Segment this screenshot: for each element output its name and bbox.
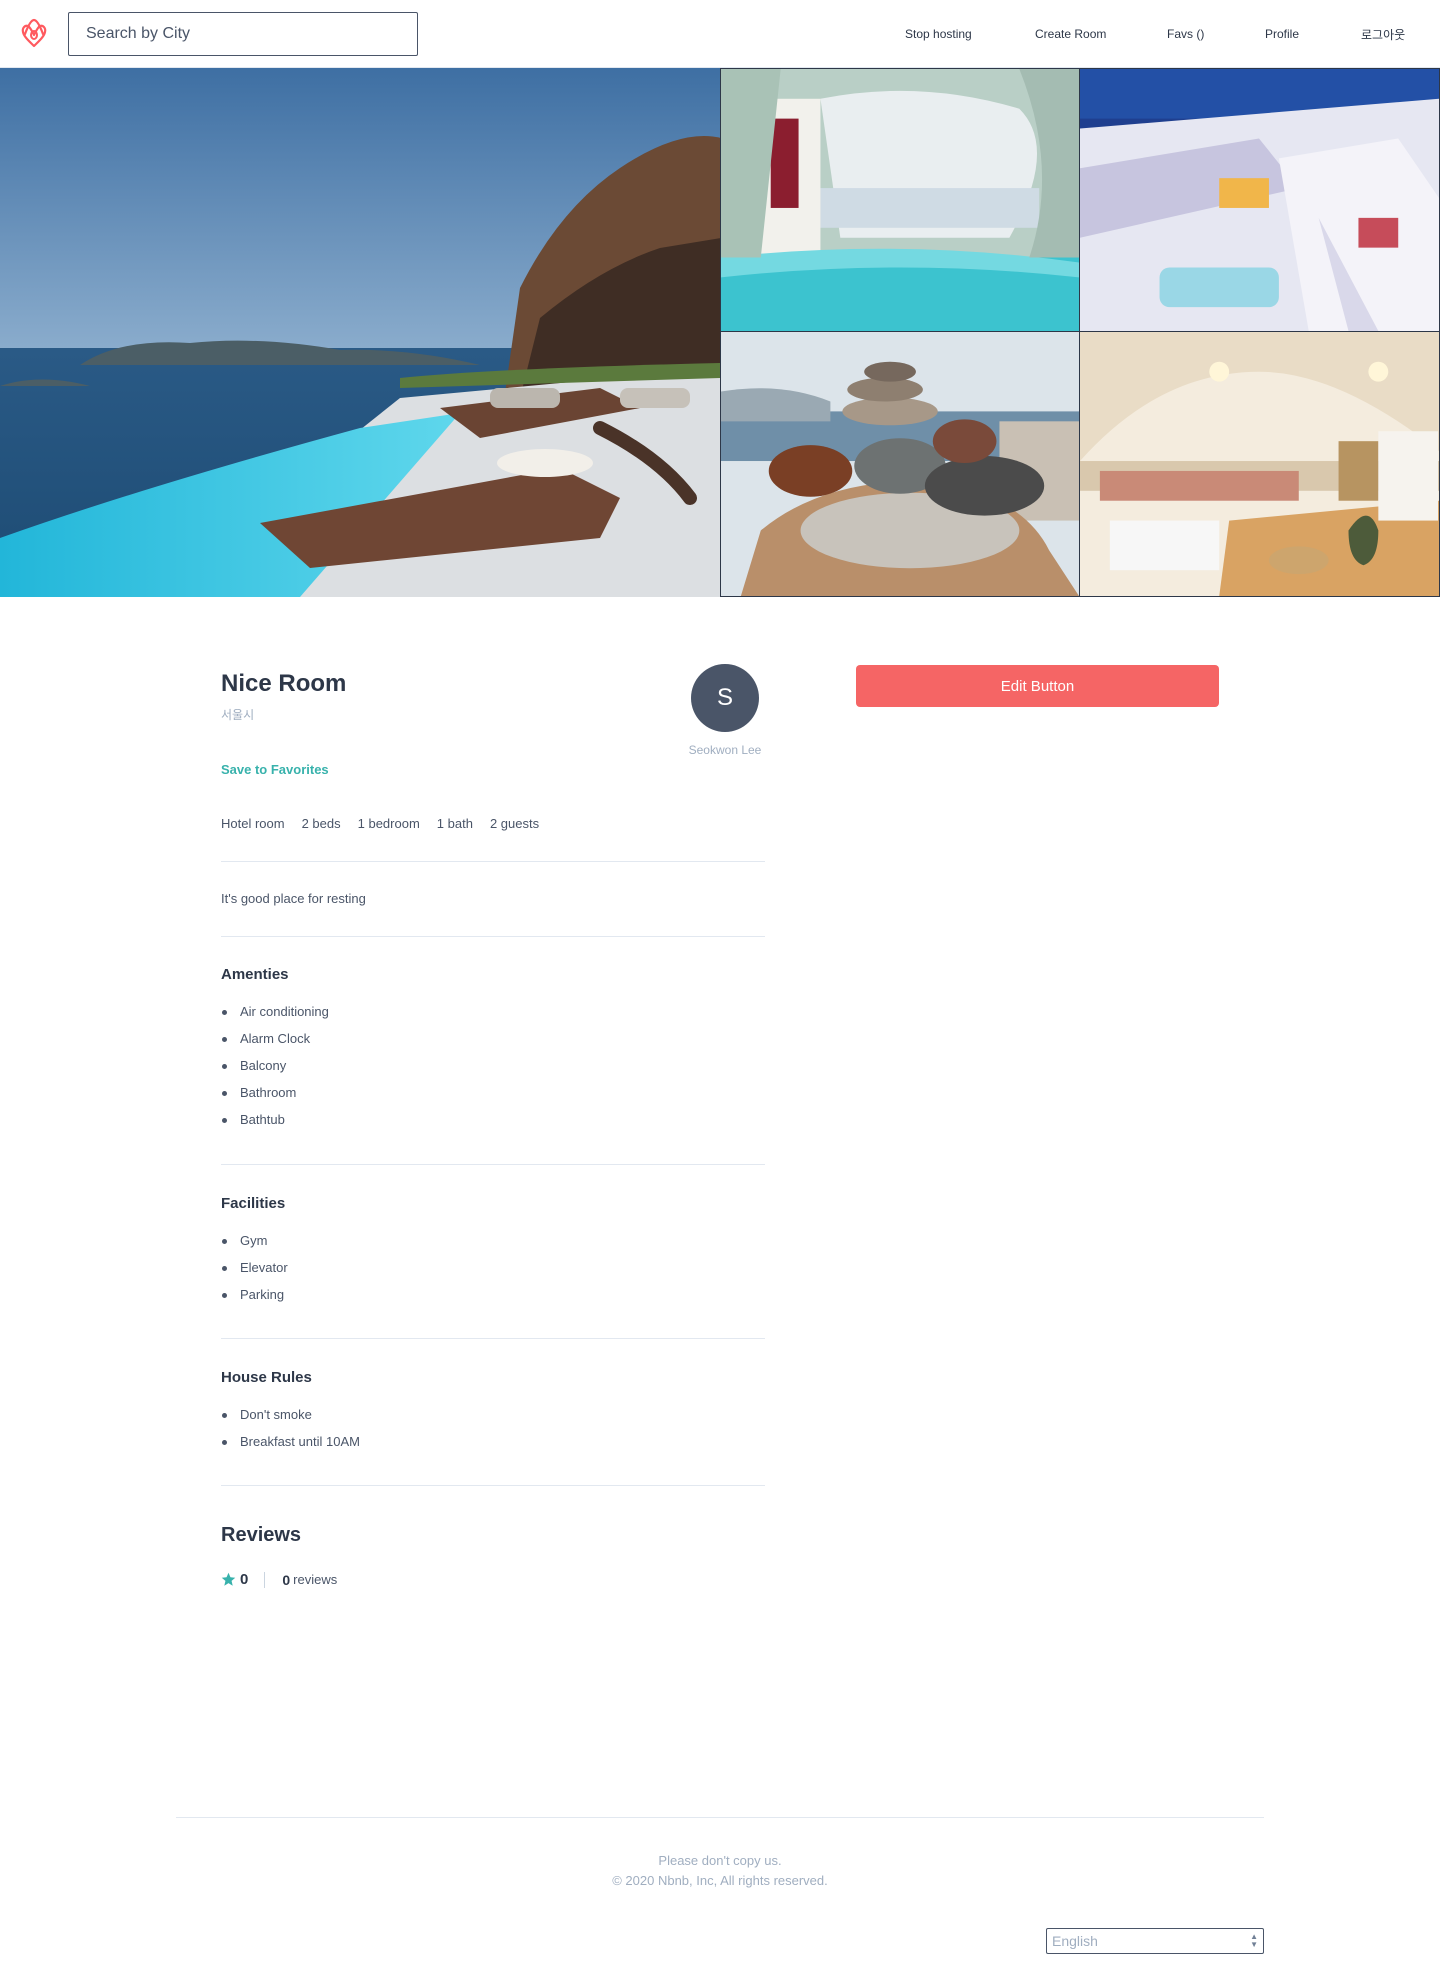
- room-photo-main[interactable]: [0, 68, 721, 597]
- detail-beds: 2 beds: [301, 816, 341, 831]
- nav-stop-hosting[interactable]: Stop hosting: [905, 0, 972, 68]
- room-name: Nice Room: [221, 670, 347, 697]
- footer-copyright: © 2020 Nbnb, Inc, All rights reserved.: [612, 1873, 828, 1888]
- list-item: Alarm Clock: [221, 1030, 329, 1057]
- list-item: Elevator: [221, 1259, 288, 1286]
- save-to-favorites-link[interactable]: Save to Favorites: [221, 762, 329, 777]
- house-rules-title: House Rules: [221, 1369, 312, 1386]
- language-selected: English: [1052, 1933, 1098, 1949]
- nav-favs[interactable]: Favs (): [1167, 0, 1204, 68]
- detail-baths: 1 bath: [436, 816, 473, 831]
- facilities-list: Gym Elevator Parking: [221, 1232, 288, 1313]
- divider: [221, 1485, 765, 1486]
- select-arrows-icon: ▲ ▼: [1250, 1932, 1258, 1949]
- room-city: 서울시: [221, 708, 255, 722]
- list-item: Parking: [221, 1286, 288, 1313]
- reviews-title: Reviews: [221, 1524, 302, 1546]
- reviews-separator: [264, 1571, 266, 1588]
- divider: [221, 861, 765, 862]
- list-item: Don't smoke: [221, 1406, 360, 1433]
- photo-gallery: [0, 68, 1440, 597]
- avatar-initial: S: [716, 684, 733, 711]
- divider: [221, 936, 765, 937]
- list-item: Breakfast until 10AM: [221, 1433, 360, 1460]
- amenities-title: Amenties: [221, 966, 289, 983]
- facilities-title: Facilities: [221, 1195, 286, 1212]
- list-item: Gym: [221, 1232, 288, 1259]
- room-photo-2[interactable]: [720, 68, 1080, 332]
- detail-bedrooms: 1 bedroom: [357, 816, 420, 831]
- detail-guests: 2 guests: [489, 816, 540, 831]
- avatar[interactable]: S: [691, 664, 759, 732]
- room-description: It's good place for resting: [221, 891, 366, 906]
- room-photo-5[interactable]: [1079, 331, 1440, 597]
- reviews-summary: 0 0 reviews: [221, 1571, 337, 1588]
- house-rules-list: Don't smoke Breakfast until 10AM: [221, 1406, 360, 1460]
- list-item: Air conditioning: [221, 1003, 329, 1030]
- divider: [221, 1164, 765, 1165]
- airbnb-logo-icon[interactable]: [18, 16, 50, 50]
- amenities-list: Air conditioning Alarm Clock Balcony Bat…: [221, 1003, 329, 1138]
- detail-room-type: Hotel room: [221, 816, 285, 831]
- nav-profile[interactable]: Profile: [1265, 0, 1299, 68]
- rating-value: 0: [240, 1571, 249, 1588]
- list-item: Bathtub: [221, 1111, 329, 1138]
- edit-button[interactable]: Edit Button: [856, 665, 1219, 707]
- footer-notice: Please don't copy us.: [658, 1853, 782, 1868]
- search-input[interactable]: [68, 12, 418, 56]
- review-count: 0: [282, 1571, 291, 1588]
- footer-divider: [176, 1817, 1264, 1818]
- list-item: Bathroom: [221, 1084, 329, 1111]
- room-details: Hotel room 2 beds 1 bedroom 1 bath 2 gue…: [221, 816, 539, 831]
- language-select[interactable]: English ▲ ▼: [1046, 1928, 1264, 1954]
- room-photo-3[interactable]: [1079, 68, 1440, 332]
- star-icon: [221, 1572, 236, 1586]
- host-name[interactable]: Seokwon Lee: [640, 743, 810, 757]
- room-photo-4[interactable]: [720, 331, 1080, 597]
- nav-logout[interactable]: 로그아웃: [1361, 0, 1405, 68]
- divider: [221, 1338, 765, 1339]
- nav-create-room[interactable]: Create Room: [1035, 0, 1106, 68]
- header: Stop hosting Create Room Favs () Profile…: [0, 0, 1440, 68]
- list-item: Balcony: [221, 1057, 329, 1084]
- review-count-label: reviews: [293, 1572, 338, 1587]
